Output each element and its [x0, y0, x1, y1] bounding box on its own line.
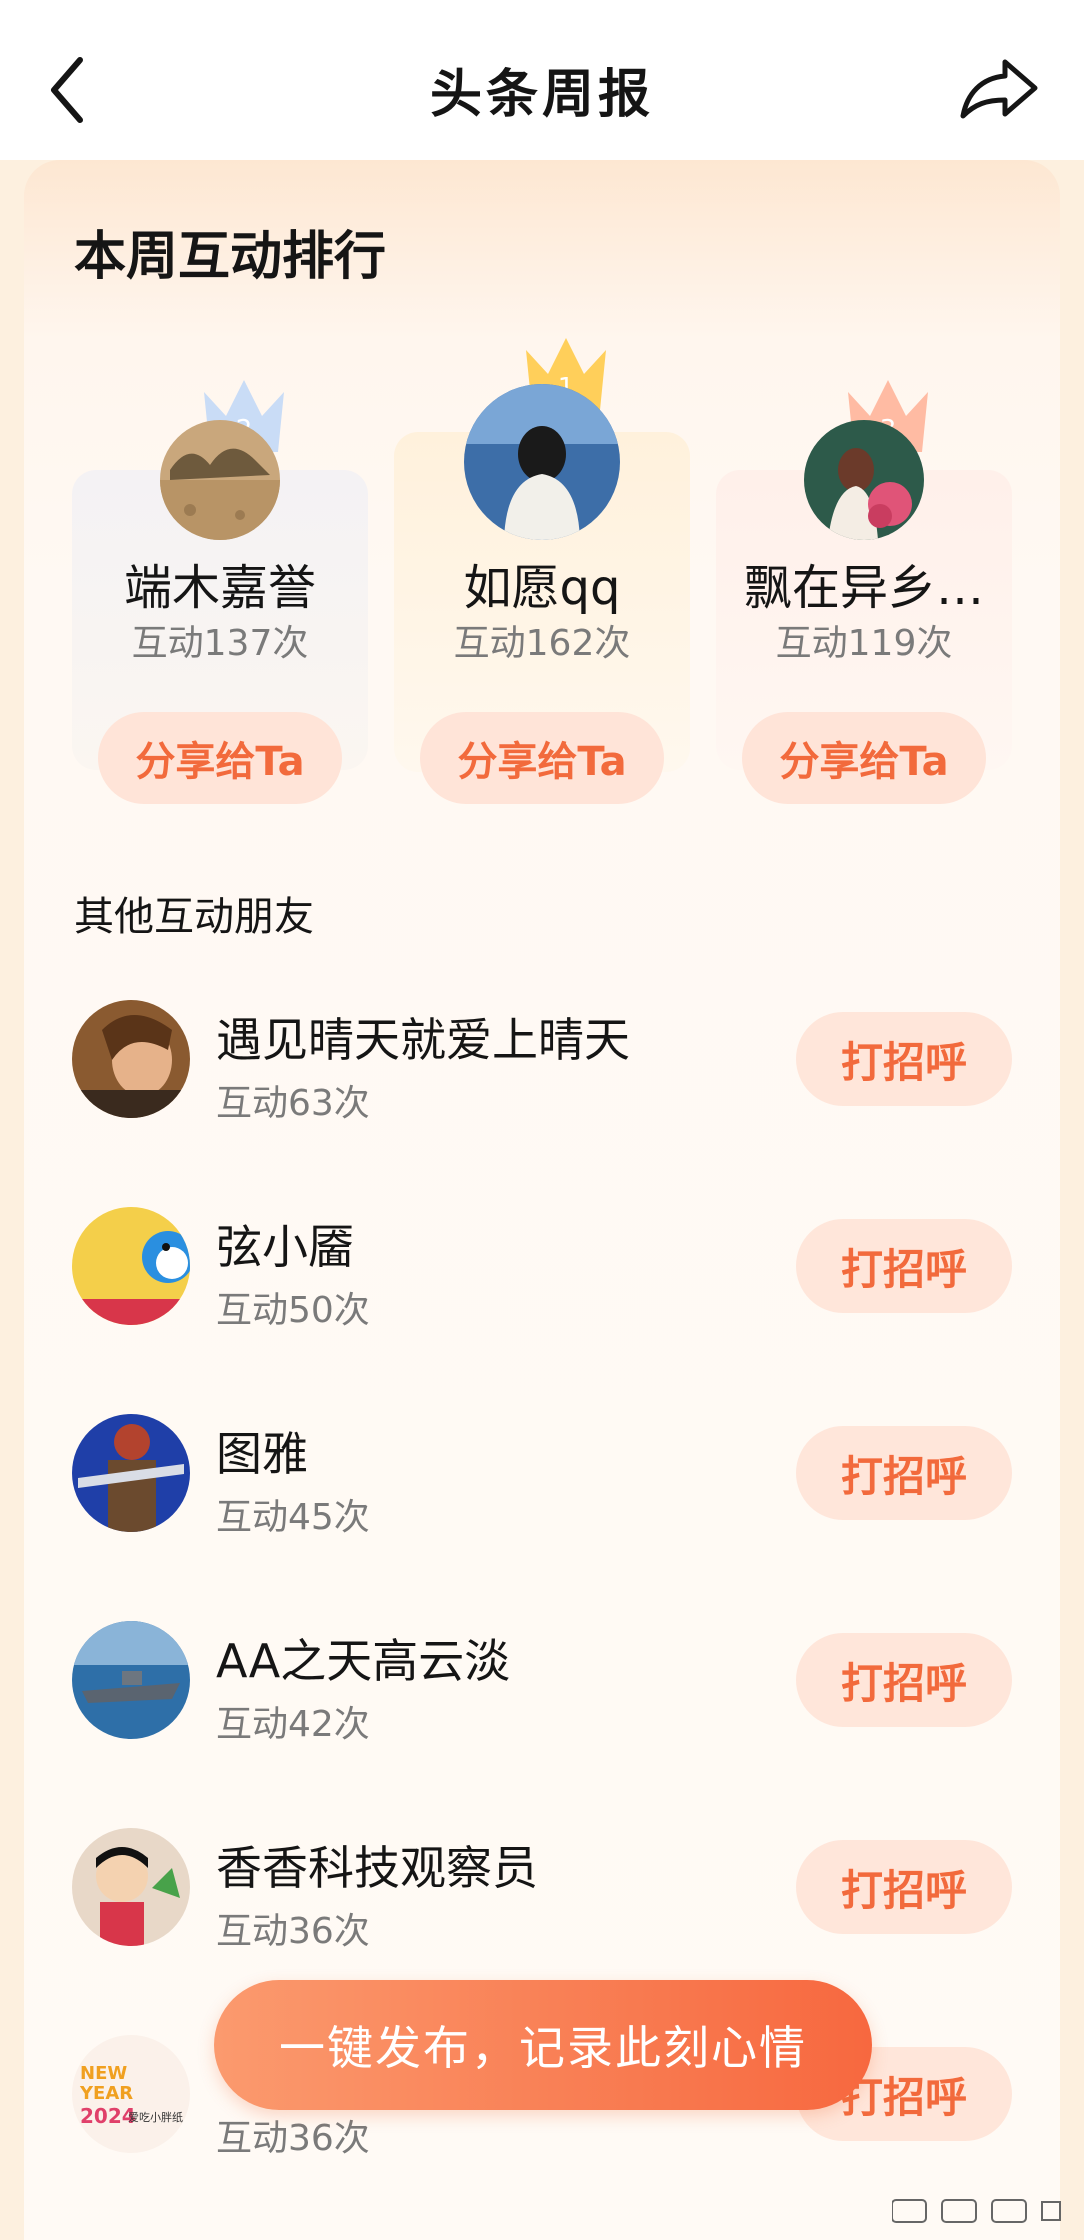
- other-friends-title: 其他互动朋友: [74, 894, 314, 940]
- greet-button[interactable]: 打招呼: [796, 1426, 1012, 1520]
- friend-name: 图雅: [216, 1427, 308, 1481]
- publish-button[interactable]: 一键发布，记录此刻心情: [214, 1980, 872, 2110]
- top-count: 互动137次: [131, 623, 309, 664]
- svg-text:YEAR: YEAR: [79, 2083, 133, 2104]
- list-item: AA之天高云淡 互动42次 打招呼: [72, 1621, 1012, 1751]
- avatar-image: [160, 420, 280, 540]
- greet-button[interactable]: 打招呼: [796, 1012, 1012, 1106]
- avatar[interactable]: [160, 420, 280, 540]
- avatar-image: [72, 1414, 190, 1532]
- top-count: 互动162次: [453, 623, 631, 664]
- share-button[interactable]: [955, 50, 1045, 130]
- share-to-button[interactable]: 分享给Ta: [742, 712, 986, 804]
- list-item: 图雅 互动45次 打招呼: [72, 1414, 1012, 1544]
- share-to-button[interactable]: 分享给Ta: [420, 712, 664, 804]
- share-to-button[interactable]: 分享给Ta: [98, 712, 342, 804]
- avatar-image: [804, 420, 924, 540]
- avatar[interactable]: [804, 420, 924, 540]
- share-icon: [960, 59, 1038, 119]
- greet-button[interactable]: 打招呼: [796, 1840, 1012, 1934]
- avatar[interactable]: [72, 1000, 190, 1118]
- top-name: 飘在异乡…: [743, 560, 984, 616]
- list-item: 遇见晴天就爱上晴天 互动63次 打招呼: [72, 1000, 1012, 1130]
- avatar-image: [72, 1000, 190, 1118]
- ranking-title: 本周互动排行: [74, 227, 387, 287]
- top-name: 端木嘉誉: [123, 560, 316, 616]
- list-icon: [892, 2199, 1061, 2223]
- greet-button[interactable]: 打招呼: [796, 1633, 1012, 1727]
- friend-count: 互动36次: [216, 2118, 370, 2159]
- top-bar: 头条周报: [0, 0, 1084, 160]
- list-item: 香香科技观察员 互动36次 打招呼: [72, 1828, 1012, 1958]
- avatar[interactable]: [72, 1828, 190, 1946]
- avatar[interactable]: [72, 1207, 190, 1325]
- friend-count: 互动42次: [216, 1704, 370, 1745]
- greet-button[interactable]: 打招呼: [796, 1219, 1012, 1313]
- avatar[interactable]: [72, 1414, 190, 1532]
- friend-count: 互动36次: [216, 1911, 370, 1952]
- svg-text:NEW: NEW: [80, 2063, 127, 2084]
- avatar[interactable]: NEW YEAR 2024 爱吃小胖纸: [72, 2035, 190, 2153]
- friend-count: 互动63次: [216, 1083, 370, 1124]
- friend-name: 遇见晴天就爱上晴天: [216, 1013, 630, 1067]
- list-item: 弦小靥 互动50次 打招呼: [72, 1207, 1012, 1337]
- friend-name: 香香科技观察员: [216, 1841, 538, 1895]
- top-name: 如愿qq: [463, 560, 621, 616]
- avatar[interactable]: [72, 1621, 190, 1739]
- svg-text:爱吃小胖纸: 爱吃小胖纸: [128, 2111, 183, 2124]
- page-title: 头条周报: [429, 65, 654, 125]
- friend-count: 互动50次: [216, 1290, 370, 1331]
- avatar-image: [464, 384, 620, 540]
- friend-name: 弦小靥: [216, 1220, 354, 1274]
- friend-count: 互动45次: [216, 1497, 370, 1538]
- avatar-image: [72, 1621, 190, 1739]
- top-count: 互动119次: [775, 623, 953, 664]
- avatar-image: [72, 1828, 190, 1946]
- avatar-image: [72, 1207, 190, 1325]
- avatar-image: NEW YEAR 2024 爱吃小胖纸: [72, 2035, 190, 2153]
- avatar[interactable]: [464, 384, 620, 540]
- friend-name: AA之天高云淡: [216, 1634, 511, 1688]
